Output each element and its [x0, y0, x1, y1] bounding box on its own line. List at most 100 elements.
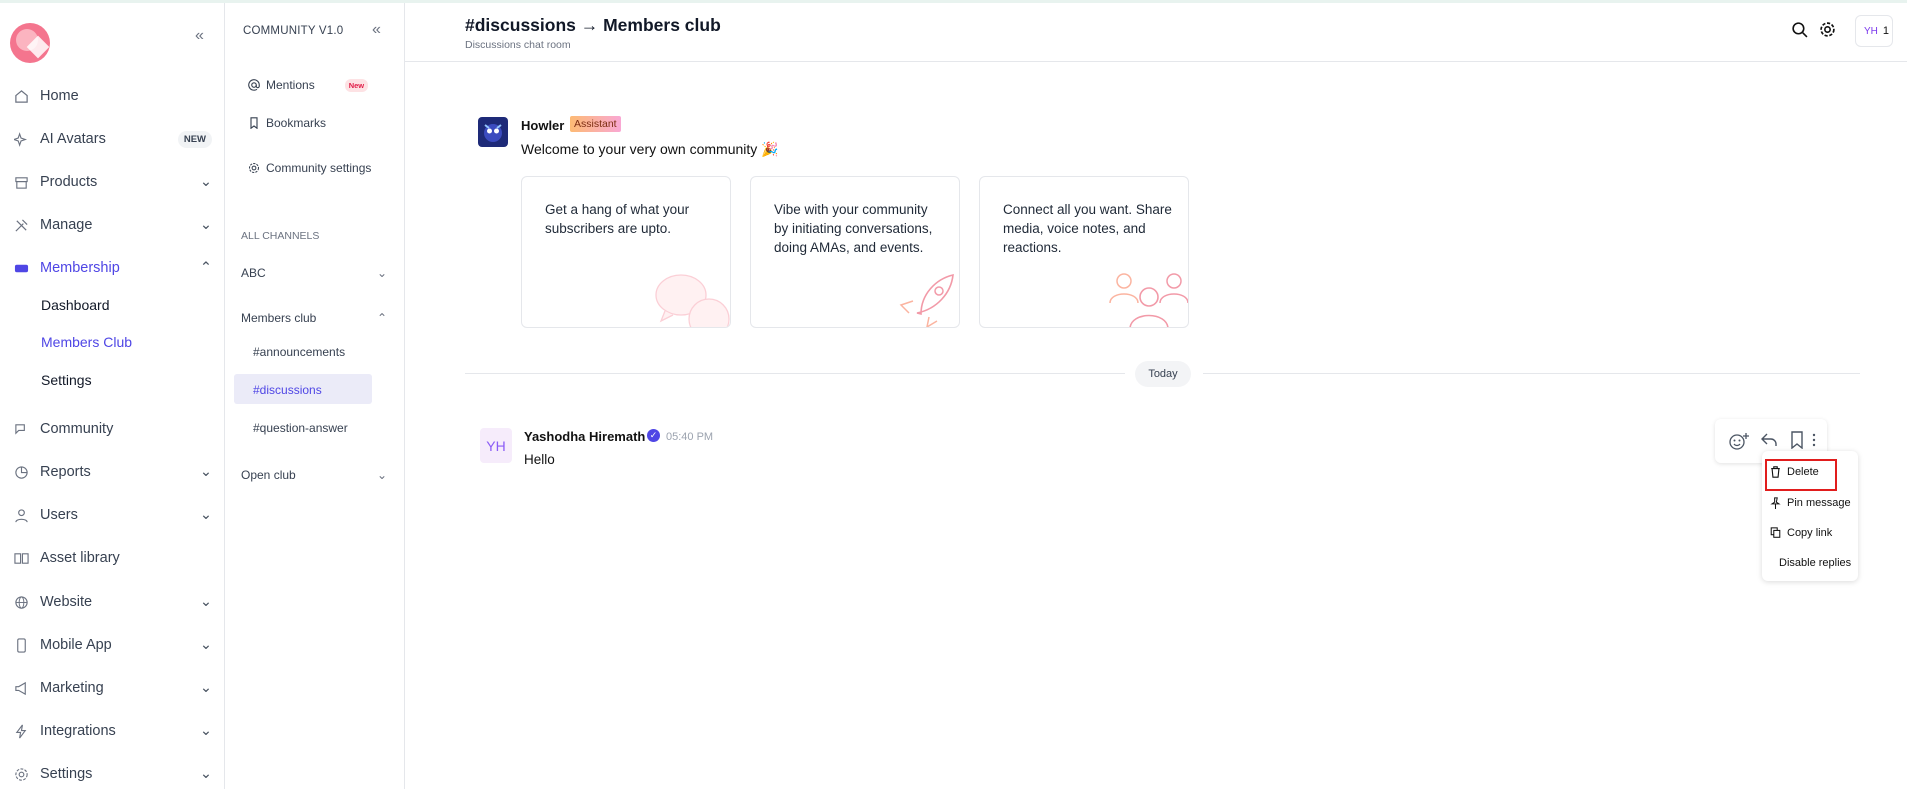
channel-group-abc[interactable]: ABC ⌄	[241, 266, 387, 280]
tools-icon	[12, 216, 30, 234]
sidebar-item-label: Website	[40, 594, 93, 610]
day-divider-right	[1203, 373, 1860, 374]
channel-announcements[interactable]: #announcements	[253, 345, 345, 359]
menu-item-label: Disable replies	[1779, 557, 1852, 569]
pie-chart-icon	[12, 463, 30, 481]
message-author[interactable]: Yashodha Hiremath	[524, 429, 645, 444]
bookmark-icon[interactable]	[1790, 431, 1804, 449]
bookmarks-label: Bookmarks	[266, 116, 327, 130]
menu-item-label: Copy link	[1787, 527, 1833, 539]
sidebar-sub-dashboard[interactable]: Dashboard	[41, 297, 110, 313]
sidebar-item-products[interactable]: Products ⌄	[12, 169, 212, 195]
collapse-sidebar-icon[interactable]: «	[195, 27, 204, 45]
sidebar-item-community[interactable]: Community	[12, 416, 212, 442]
sidebar-item-label: Users	[40, 507, 78, 523]
assistant-badge: Assistant	[570, 116, 621, 132]
page-subtitle: Discussions chat room	[465, 39, 571, 51]
welcome-message: Welcome to your very own community 🎉	[521, 141, 779, 157]
sidebar-item-settings[interactable]: Settings ⌄	[12, 761, 212, 787]
mentions-link[interactable]: Mentions New	[248, 78, 369, 92]
community-settings-link[interactable]: Community settings	[248, 161, 371, 175]
collapse-panel-icon[interactable]: «	[372, 21, 381, 39]
box-icon	[12, 173, 30, 191]
page-title: #discussions → Members club	[465, 15, 721, 35]
home-icon	[12, 87, 30, 105]
chevron-up-icon: ⌃	[199, 260, 212, 276]
membership-icon	[12, 259, 30, 277]
sidebar-item-label: Manage	[40, 217, 93, 233]
sidebar-item-label: Settings	[40, 766, 93, 782]
chevron-down-icon: ⌄	[199, 174, 212, 190]
sidebar-item-label: Integrations	[40, 723, 116, 739]
info-card-conversations: Vibe with your community by initiating c…	[750, 176, 960, 328]
chevron-down-icon: ⌄	[376, 468, 387, 482]
sidebar-item-reports[interactable]: Reports ⌄	[12, 459, 212, 485]
disable-replies-menu-item[interactable]: Disable replies	[1779, 557, 1851, 569]
group-label: ABC	[241, 266, 266, 280]
user-avatar-button[interactable]: YH 1	[1855, 15, 1893, 47]
sidebar-item-label: Community	[40, 421, 114, 437]
panel-title: COMMUNITY V1.0	[243, 25, 344, 37]
sidebar-item-manage[interactable]: Manage ⌄	[12, 212, 212, 238]
gear-icon	[12, 765, 30, 783]
chevron-down-icon: ⌄	[199, 594, 212, 610]
sidebar-item-asset-library[interactable]: Asset library	[12, 545, 212, 571]
delete-menu-item[interactable]: Delete	[1770, 466, 1819, 478]
sidebar-item-membership[interactable]: Membership ⌃	[12, 255, 212, 281]
chat-header: #discussions → Members club Discussions …	[405, 3, 1907, 62]
rocket-icon	[899, 273, 954, 327]
copy-link-menu-item[interactable]: Copy link	[1770, 527, 1832, 539]
sidebar-item-marketing[interactable]: Marketing ⌄	[12, 675, 212, 701]
pin-message-menu-item[interactable]: Pin message	[1770, 497, 1851, 509]
message-avatar: YH	[480, 428, 512, 463]
sidebar-item-label: Reports	[40, 464, 91, 480]
avatar-count: 1	[1882, 25, 1890, 37]
bolt-icon	[12, 722, 30, 740]
gear-icon[interactable]	[1819, 21, 1836, 38]
sidebar-item-label: Mobile App	[40, 637, 112, 653]
sidebar-item-ai-avatars[interactable]: AI Avatars NEW	[12, 126, 212, 152]
all-channels-heading: ALL CHANNELS	[241, 230, 320, 242]
chevron-down-icon: ⌄	[199, 766, 212, 782]
sidebar-item-integrations[interactable]: Integrations ⌄	[12, 718, 212, 744]
chevron-down-icon: ⌄	[199, 680, 212, 696]
bot-name: Howler	[521, 118, 565, 133]
community-settings-label: Community settings	[266, 161, 372, 175]
at-icon	[248, 79, 260, 91]
chat-icon	[12, 420, 30, 438]
chevron-up-icon: ⌃	[376, 311, 387, 325]
message-context-menu: Delete Pin message Copy link Disable rep…	[1762, 451, 1858, 581]
card-text: Connect all you want. Share media, voice…	[1003, 202, 1172, 255]
sidebar-item-label: Membership	[40, 260, 120, 276]
channel-group-members-club[interactable]: Members club ⌃	[241, 311, 387, 325]
bookmarks-link[interactable]: Bookmarks	[248, 116, 326, 130]
menu-item-label: Pin message	[1787, 497, 1851, 509]
reply-icon[interactable]	[1760, 431, 1778, 449]
megaphone-icon	[12, 679, 30, 697]
sidebar-sub-members-club[interactable]: Members Club	[41, 334, 132, 350]
more-options-icon[interactable]	[1811, 431, 1817, 449]
chevron-down-icon: ⌄	[199, 637, 212, 653]
gear-icon	[248, 162, 260, 174]
avatar-initials: YH	[1864, 25, 1878, 37]
channel-question-answer[interactable]: #question-answer	[253, 421, 348, 435]
sidebar-item-users[interactable]: Users ⌄	[12, 502, 212, 528]
sidebar-item-mobile-app[interactable]: Mobile App ⌄	[12, 632, 212, 658]
channel-group-open-club[interactable]: Open club ⌄	[241, 468, 387, 482]
sidebar-item-home[interactable]: Home	[12, 83, 212, 109]
sidebar-item-label: Marketing	[40, 680, 104, 696]
sidebar-sub-settings[interactable]: Settings	[41, 372, 92, 388]
search-icon[interactable]	[1791, 21, 1808, 38]
pin-icon	[1770, 497, 1781, 509]
add-reaction-icon[interactable]	[1728, 431, 1750, 451]
app-logo[interactable]	[10, 23, 50, 63]
channel-discussions[interactable]: #discussions	[253, 383, 322, 397]
sidebar-item-website[interactable]: Website ⌄	[12, 589, 212, 615]
group-label: Members club	[241, 311, 317, 325]
info-card-subscribers: Get a hang of what your subscribers are …	[521, 176, 731, 328]
chevron-down-icon: ⌄	[199, 217, 212, 233]
trash-icon	[1771, 466, 1780, 478]
chevron-down-icon: ⌄	[199, 464, 212, 480]
howler-avatar	[478, 117, 508, 147]
sidebar-item-label: Asset library	[40, 550, 120, 566]
